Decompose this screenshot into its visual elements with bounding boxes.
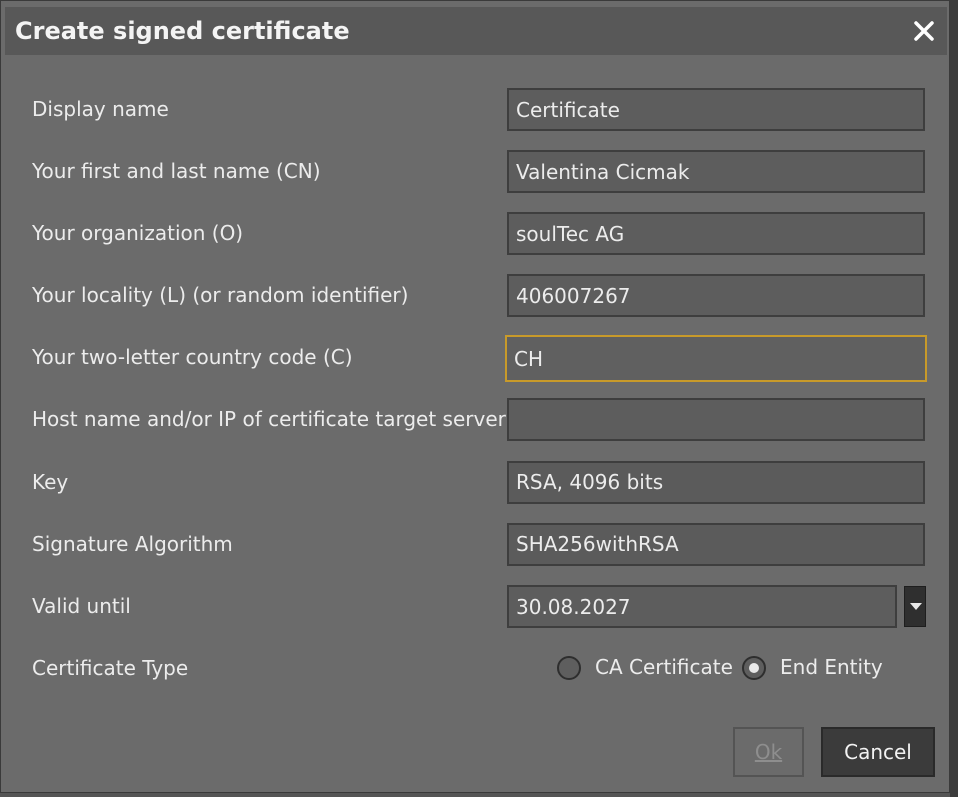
signature-algorithm-field[interactable]: SHA256withRSA — [507, 523, 925, 566]
signature-algorithm-label: Signature Algorithm — [32, 532, 233, 556]
ok-button[interactable]: Ok — [733, 727, 804, 777]
common-name-input[interactable] — [507, 150, 925, 193]
radio-circle — [557, 656, 581, 680]
valid-until-label: Valid until — [32, 594, 131, 618]
end-entity-radio-label: End Entity — [780, 655, 883, 679]
close-icon[interactable] — [909, 13, 939, 47]
create-certificate-dialog: Create signed certificate Display name Y… — [0, 0, 950, 793]
host-name-input[interactable] — [507, 398, 925, 441]
organization-input[interactable] — [507, 212, 925, 255]
organization-label: Your organization (O) — [32, 221, 244, 245]
background-window-edge — [950, 0, 958, 797]
host-name-label: Host name and/or IP of certificate targe… — [32, 407, 506, 431]
dialog-title: Create signed certificate — [15, 17, 350, 45]
locality-label: Your locality (L) (or random identifier) — [32, 283, 409, 307]
key-label: Key — [32, 470, 69, 494]
key-field[interactable]: RSA, 4096 bits — [507, 461, 925, 504]
ca-certificate-radio-label: CA Certificate — [595, 655, 733, 679]
display-name-label: Display name — [32, 97, 169, 121]
cancel-button[interactable]: Cancel — [821, 727, 935, 777]
chevron-down-icon — [910, 603, 922, 610]
display-name-input[interactable] — [507, 88, 925, 131]
country-code-input[interactable] — [505, 335, 927, 382]
country-code-label: Your two-letter country code (C) — [32, 345, 353, 369]
radio-selected-dot — [749, 663, 759, 673]
radio-circle-selected — [742, 656, 766, 680]
common-name-label: Your first and last name (CN) — [32, 159, 321, 183]
dialog-titlebar: Create signed certificate — [5, 7, 947, 55]
valid-until-input[interactable] — [507, 585, 897, 628]
certificate-type-label: Certificate Type — [32, 656, 189, 680]
valid-until-dropdown-button[interactable] — [904, 586, 926, 627]
locality-input[interactable] — [507, 274, 925, 317]
